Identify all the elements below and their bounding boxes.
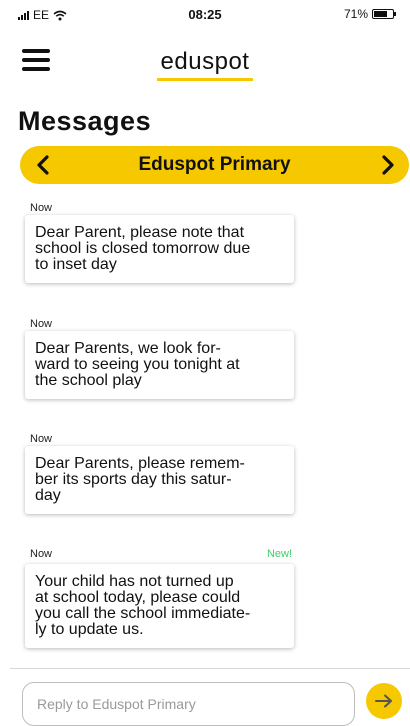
reply-input[interactable] (22, 682, 355, 726)
message-time: Now (30, 318, 53, 330)
message-line: ward to seeing you tonight at (35, 356, 240, 373)
send-button[interactable] (366, 683, 402, 719)
battery-percent: 71% (343, 7, 368, 21)
logo: eduspot (0, 48, 410, 81)
message-line: ber its sports day this satur- (35, 471, 232, 488)
reply-divider (10, 668, 410, 669)
message-time: Now (30, 548, 53, 560)
message-bubble[interactable]: Dear Parents, we look for- ward to seein… (25, 331, 294, 399)
message-line: ly to update us. (35, 621, 144, 638)
message-line: school is closed tomorrow due (35, 240, 251, 257)
status-right: 71% (343, 7, 396, 21)
message-line: you call the school immediate- (35, 605, 251, 622)
message-line: the school play (35, 372, 142, 389)
message-line: to inset day (35, 256, 117, 273)
new-badge: New! (266, 548, 292, 560)
message-line: Dear Parent, please note that (35, 224, 245, 241)
message-bubble[interactable]: Dear Parent, please note that school is … (25, 215, 294, 283)
school-name: Eduspot Primary (138, 154, 291, 175)
message-line: Dear Parents, we look for- (35, 340, 221, 357)
logo-text: eduspot (156, 48, 254, 81)
message-line: day (35, 487, 61, 504)
message-time: Now (30, 433, 53, 445)
chevron-left-icon[interactable] (28, 146, 58, 184)
school-selector: Eduspot Primary (20, 146, 409, 184)
battery-level (374, 11, 387, 17)
battery-icon (372, 9, 396, 19)
message-time: Now (30, 202, 53, 214)
message-bubble[interactable]: Dear Parents, please remem- ber its spor… (25, 446, 294, 514)
message-line: Your child has not turned up (35, 573, 234, 590)
status-bar: EE 08:25 71% (0, 0, 410, 30)
message-line: at school today, please could (35, 589, 241, 606)
chevron-right-icon[interactable] (373, 146, 403, 184)
page-title: Messages (18, 106, 152, 136)
message-line: Dear Parents, please remem- (35, 455, 245, 472)
arrow-right-icon (375, 694, 392, 708)
message-bubble[interactable]: Your child has not turned up at school t… (25, 564, 294, 648)
